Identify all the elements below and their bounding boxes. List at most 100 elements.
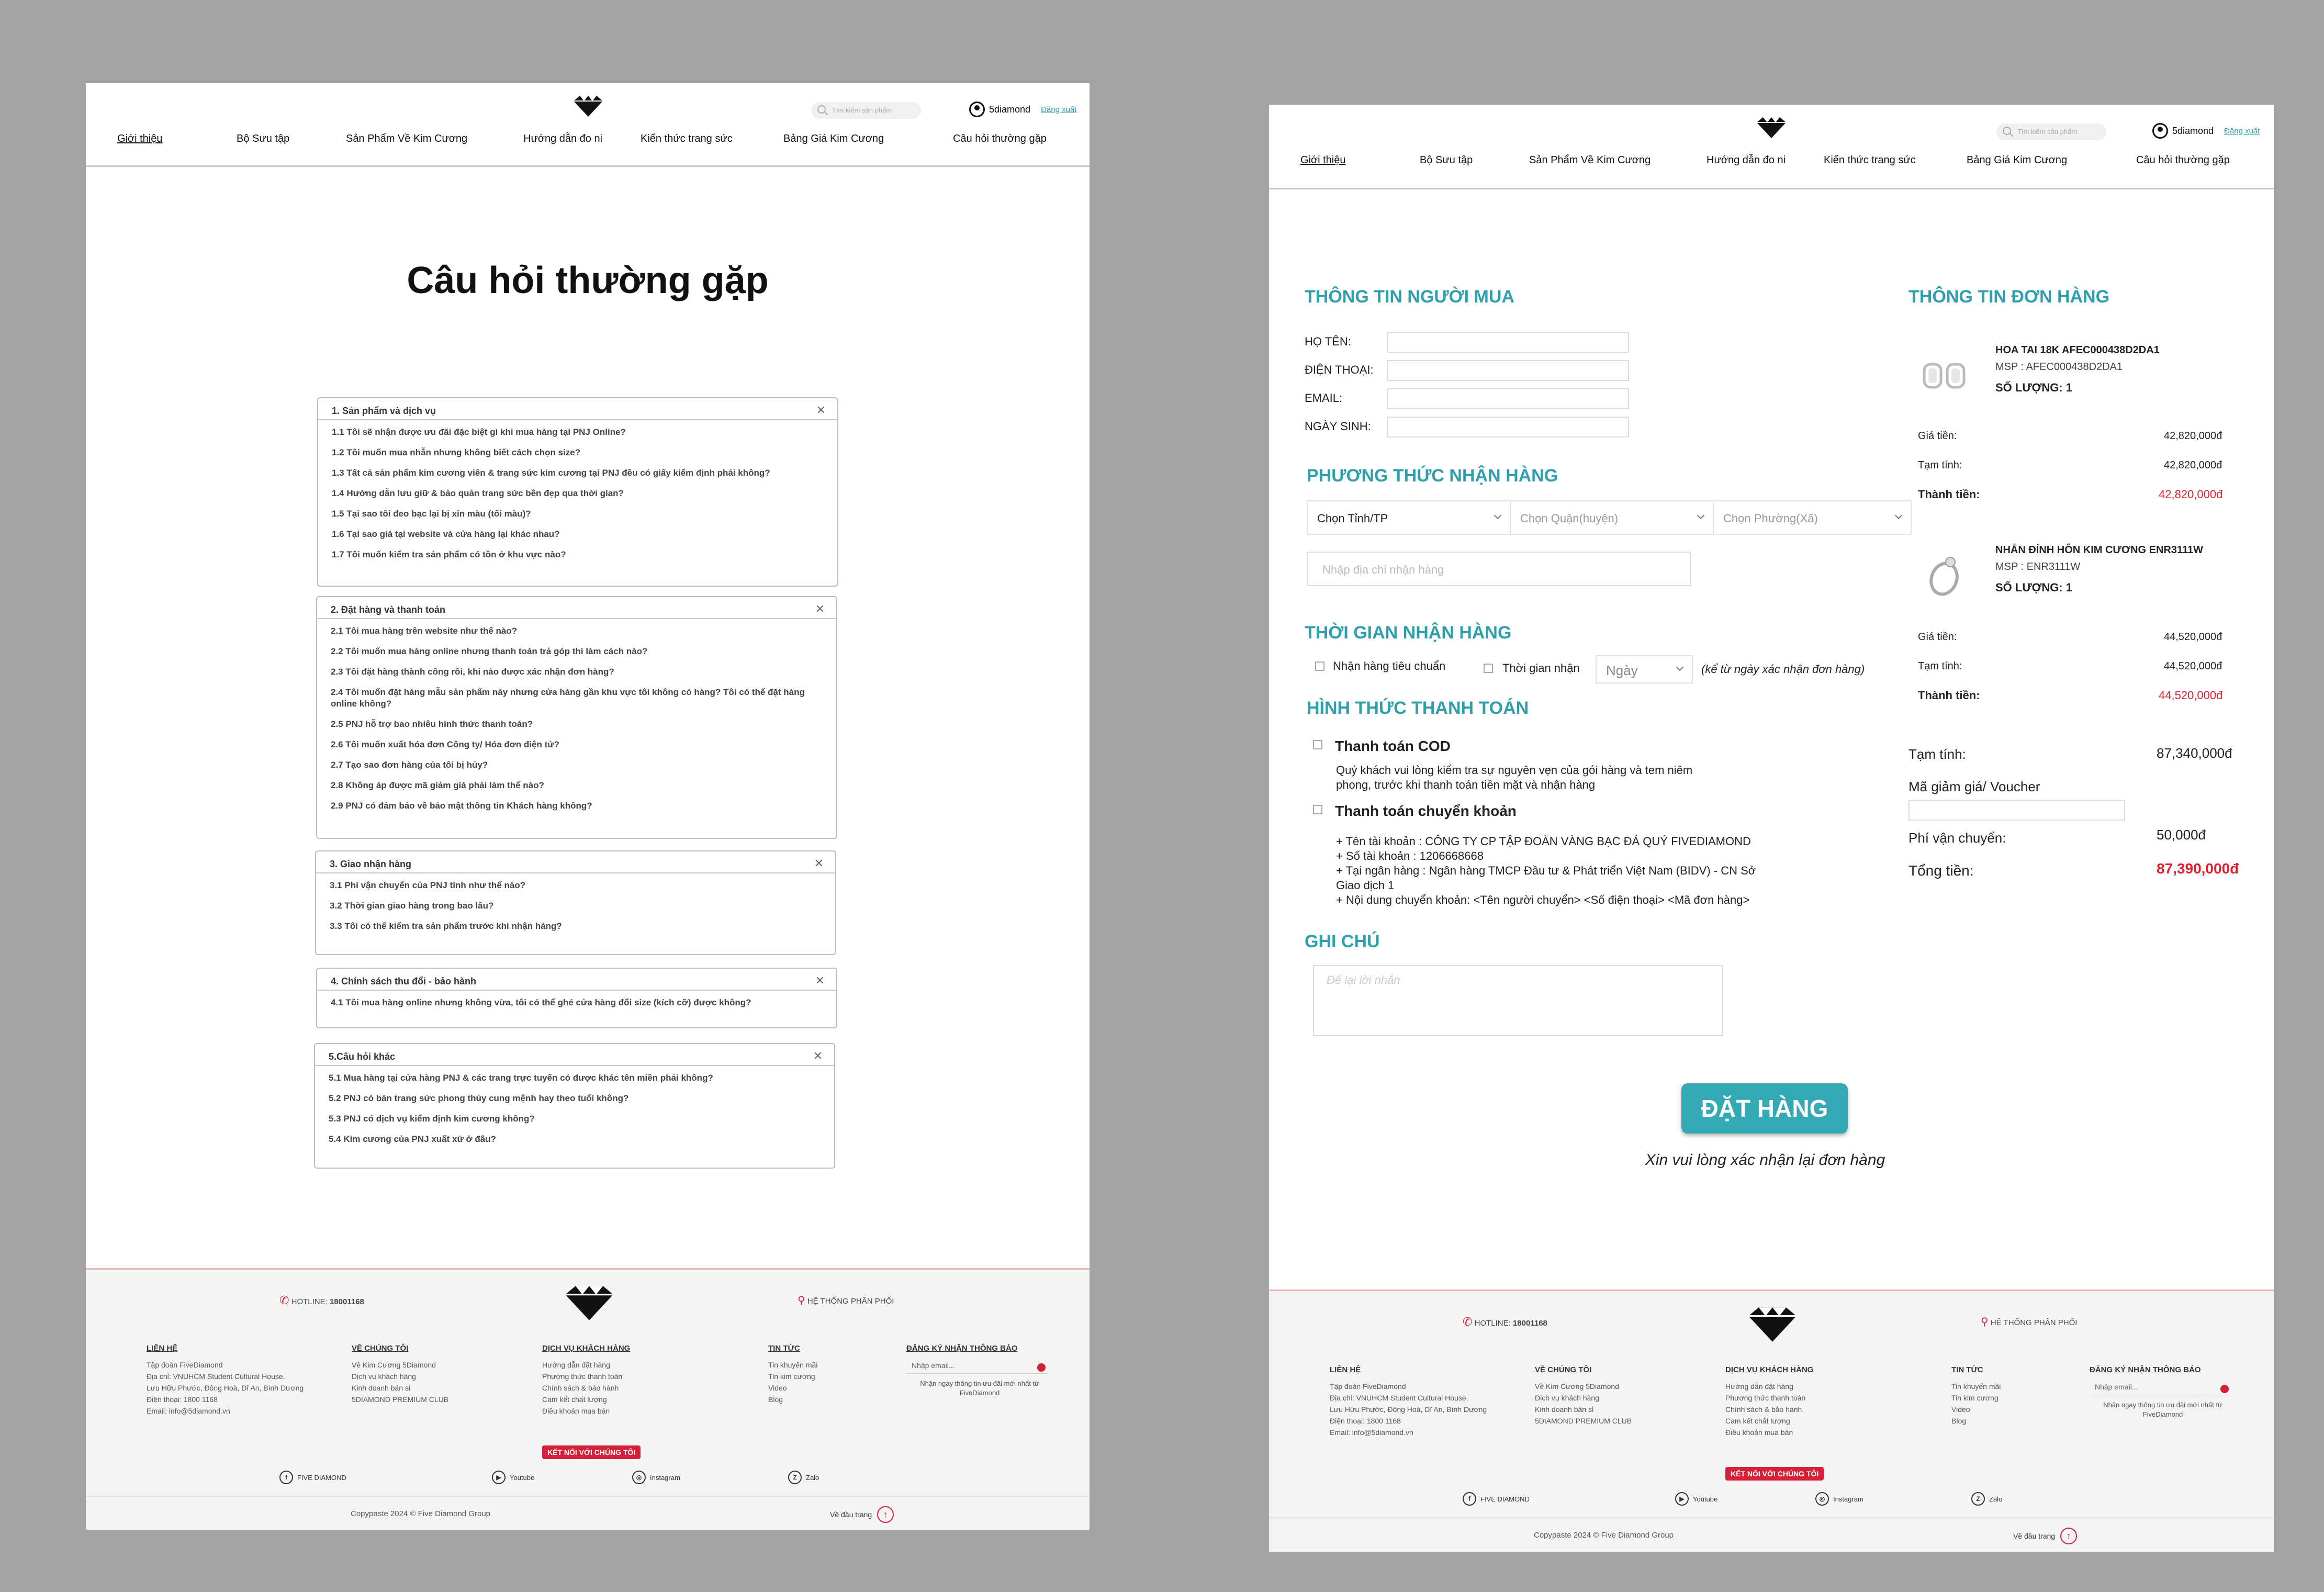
search-input[interactable]: Tìm kiếm sản phẩm [811, 102, 921, 119]
nav-item-ring-size-guide[interactable]: Hướng dẫn đo ni [523, 133, 602, 145]
hotline[interactable]: ✆ HOTLINE: 18001168 [279, 1294, 364, 1307]
close-icon[interactable]: ✕ [815, 602, 825, 616]
transfer-checkbox[interactable] [1313, 805, 1322, 814]
nav-item-collection[interactable]: Bộ Sưu tập [1420, 154, 1473, 166]
close-icon[interactable]: ✕ [815, 974, 825, 988]
faq-group-header[interactable]: 1. Sản phẩm và dịch vụ ✕ [318, 398, 837, 420]
faq-question[interactable]: 2.1 Tôi mua hàng trên website như thế nà… [331, 625, 823, 637]
nav-item-diamond-prices[interactable]: Bảng Giá Kim Cương [1967, 154, 2067, 166]
distribution-link[interactable]: ⚲ HỆ THỐNG PHÂN PHỐI [798, 1294, 894, 1307]
nav-item-jewelry-knowledge[interactable]: Kiến thức trang sức [1824, 154, 1916, 166]
email-label: EMAIL: [1305, 391, 1343, 405]
zalo-link[interactable]: Z Zalo [788, 1471, 819, 1484]
faq-group-header[interactable]: 4. Chính sách thu đổi - bảo hành ✕ [317, 969, 836, 991]
faq-question[interactable]: 2.8 Không áp được mã giảm giá phải làm t… [331, 780, 823, 791]
faq-question[interactable]: 5.4 Kim cương của PNJ xuất xứ ở đâu? [329, 1134, 821, 1145]
back-to-top[interactable]: Về đầu trang ↑ [2013, 1528, 2078, 1544]
hotline[interactable]: ✆ HOTLINE: 18001168 [1463, 1315, 1547, 1329]
ring-image[interactable] [1918, 544, 1970, 602]
facebook-link[interactable]: f FIVE DIAMOND [279, 1471, 346, 1484]
faq-question[interactable]: 1.5 Tại sao tôi đeo bạc lại bị xỉn màu (… [332, 508, 824, 520]
instagram-link[interactable]: ◎ Instagram [632, 1471, 680, 1484]
nav-item-about[interactable]: Giới thiệu [117, 133, 162, 145]
province-select[interactable]: Chọn Tỉnh/TP [1307, 500, 1511, 535]
faq-question[interactable]: 1.4 Hướng dẫn lưu giữ & bảo quản trang s… [332, 488, 824, 499]
district-select[interactable]: Chọn Quận(huyện) [1510, 500, 1714, 535]
diamond-logo[interactable] [1756, 116, 1787, 139]
diamond-logo[interactable] [1746, 1306, 1799, 1343]
submit-icon[interactable] [2220, 1385, 2229, 1393]
facebook-link[interactable]: f FIVE DIAMOND [1463, 1492, 1530, 1506]
ward-select[interactable]: Chọn Phường(Xã) [1713, 500, 1912, 535]
faq-question[interactable]: 2.2 Tôi muốn mua hàng online nhưng thanh… [331, 646, 823, 657]
faq-question[interactable]: 1.7 Tôi muốn kiểm tra sản phẩm có tồn ở … [332, 549, 824, 560]
instagram-link[interactable]: ◎ Instagram [1815, 1492, 1863, 1506]
place-order-button[interactable]: ĐẶT HÀNG [1681, 1083, 1848, 1134]
nav-item-collection[interactable]: Bộ Sưu tập [237, 133, 289, 145]
nav-item-diamond-products[interactable]: Sản Phẩm Về Kim Cương [1529, 154, 1651, 166]
close-icon[interactable]: ✕ [814, 857, 824, 870]
connect-button[interactable]: KẾT NỐI VỚI CHÚNG TÔI [542, 1445, 641, 1459]
nav-item-ring-size-guide[interactable]: Hướng dẫn đo ni [1706, 154, 1786, 166]
nav-item-jewelry-knowledge[interactable]: Kiến thức trang sức [641, 133, 733, 145]
faq-question[interactable]: 1.3 Tất cả sản phẩm kim cương viên & tra… [332, 467, 824, 479]
earring-image[interactable] [1918, 351, 1970, 403]
nav-item-diamond-products[interactable]: Sản Phẩm Về Kim Cương [346, 133, 467, 145]
faq-group-header[interactable]: 3. Giao nhận hàng ✕ [316, 851, 835, 873]
day-select[interactable]: Ngày [1596, 655, 1693, 683]
nav-item-diamond-prices[interactable]: Bảng Giá Kim Cương [783, 133, 884, 145]
connect-button[interactable]: KẾT NỐI VỚI CHÚNG TÔI [1725, 1467, 1824, 1481]
cod-checkbox[interactable] [1313, 740, 1322, 749]
faq-question[interactable]: 3.2 Thời gian giao hàng trong bao lâu? [330, 900, 822, 912]
faq-group-header[interactable]: 5.Câu hỏi khác ✕ [315, 1044, 834, 1066]
faq-question[interactable]: 1.2 Tôi muốn mua nhẫn nhưng không biết c… [332, 447, 824, 458]
voucher-input[interactable] [1908, 800, 2125, 821]
nav-item-faq[interactable]: Câu hỏi thường gặp [953, 133, 1047, 145]
search-input[interactable]: Tìm kiếm sản phẩm [1996, 124, 2106, 140]
name-field[interactable] [1387, 332, 1629, 353]
faq-question[interactable]: 2.9 PNJ có đảm bảo về bảo mật thông tin … [331, 800, 823, 812]
close-icon[interactable]: ✕ [813, 1049, 823, 1063]
faq-question[interactable]: 5.2 PNJ có bán trang sức phong thủy cung… [329, 1093, 821, 1104]
faq-question[interactable]: 2.7 Tạo sao đơn hàng của tôi bị hủy? [331, 759, 823, 771]
faq-question[interactable]: 2.3 Tôi đặt hàng thành công rồi, khi nào… [331, 666, 823, 678]
birthday-field[interactable] [1387, 417, 1629, 438]
faq-question[interactable]: 3.1 Phí vận chuyển của PNJ tính như thế … [330, 880, 822, 891]
product-name[interactable]: NHẪN ĐÍNH HÔN KIM CƯƠNG ENR3111W [1995, 544, 2203, 556]
phone-field[interactable] [1387, 360, 1629, 381]
email-field[interactable] [1387, 388, 1629, 409]
youtube-link[interactable]: ▶ Youtube [492, 1471, 534, 1484]
logout-link[interactable]: Đăng xuất [2224, 127, 2260, 136]
zalo-link[interactable]: Z Zalo [1971, 1492, 2002, 1506]
youtube-link[interactable]: ▶ Youtube [1675, 1492, 1717, 1506]
close-icon[interactable]: ✕ [816, 403, 826, 417]
product-name[interactable]: HOA TAI 18K AFEC000438D2DA1 [1995, 344, 2160, 356]
diamond-logo[interactable] [572, 95, 604, 118]
distribution-link[interactable]: ⚲ HỆ THỐNG PHÂN PHỐI [1981, 1315, 2077, 1328]
faq-question[interactable]: 2.4 Tôi muốn đặt hàng mẫu sản phẩm này n… [331, 687, 823, 710]
newsletter-email-input[interactable]: Nhập email... [906, 1359, 1048, 1374]
address-input[interactable]: Nhập địa chỉ nhận hàng [1307, 552, 1691, 586]
faq-question[interactable]: 4.1 Tôi mua hàng online nhưng không vừa,… [331, 997, 823, 1008]
custom-delivery-checkbox[interactable] [1484, 664, 1493, 673]
faq-question[interactable]: 1.1 Tôi sẽ nhận được ưu đãi đặc biệt gì … [332, 427, 824, 438]
faq-question[interactable]: 1.6 Tại sao giá tại website và cửa hàng … [332, 529, 824, 540]
diamond-logo[interactable] [563, 1284, 615, 1322]
faq-group-header[interactable]: 2. Đặt hàng và thanh toán ✕ [317, 597, 836, 619]
note-textarea[interactable]: Để lại lời nhắn [1313, 965, 1723, 1036]
newsletter-email-input[interactable]: Nhập email... [2090, 1381, 2231, 1395]
faq-question[interactable]: 3.3 Tôi có thể kiểm tra sản phẩm trước k… [330, 921, 822, 932]
faq-question[interactable]: 2.6 Tôi muốn xuất hóa đơn Công ty/ Hóa đ… [331, 739, 823, 750]
nav-item-faq[interactable]: Câu hỏi thường gặp [2136, 154, 2230, 166]
nav-item-about[interactable]: Giới thiệu [1300, 154, 1345, 166]
back-to-top[interactable]: Về đầu trang ↑ [830, 1506, 894, 1523]
faq-question[interactable]: 5.3 PNJ có dịch vụ kiểm định kim cương k… [329, 1113, 821, 1125]
standard-delivery-checkbox[interactable] [1315, 662, 1324, 671]
user-menu[interactable]: 5diamond Đăng xuất [2152, 123, 2260, 139]
logout-link[interactable]: Đăng xuất [1041, 105, 1076, 114]
submit-icon[interactable] [1037, 1363, 1046, 1372]
faq-question[interactable]: 2.5 PNJ hỗ trợ bao nhiêu hình thức thanh… [331, 719, 823, 730]
faq-question[interactable]: 5.1 Mua hàng tại cửa hàng PNJ & các tran… [329, 1072, 821, 1084]
copyright: Copypaste 2024 © Five Diamond Group [351, 1509, 491, 1518]
user-menu[interactable]: 5diamond Đăng xuất [969, 102, 1076, 117]
